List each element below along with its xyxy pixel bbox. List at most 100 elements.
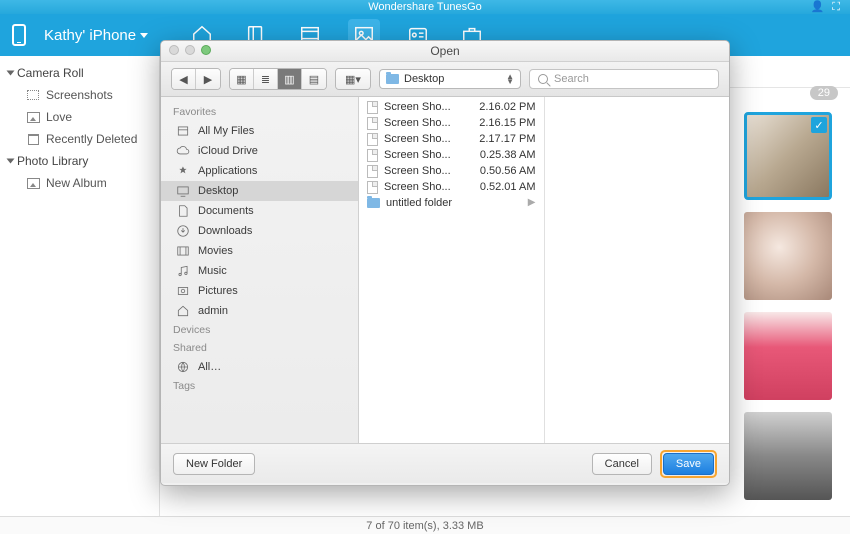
- picture-icon: [27, 178, 40, 189]
- fav-label: Movies: [198, 245, 233, 257]
- group-segment: ▦▾: [335, 68, 371, 90]
- back-button[interactable]: ◀: [172, 69, 196, 89]
- file-row[interactable]: Screen Sho...0.25.38 AM: [359, 147, 544, 163]
- sidebar-item-recently-deleted[interactable]: Recently Deleted: [0, 128, 159, 150]
- detail-pane: [545, 97, 730, 443]
- file-row[interactable]: Screen Sho... 0.50.56 AM: [359, 163, 544, 179]
- app-titlebar: Wondershare TunesGo 👤 ⛶: [0, 0, 850, 14]
- photo-thumbnail[interactable]: [744, 212, 832, 300]
- photo-thumbnail[interactable]: ✓: [744, 112, 832, 200]
- forward-button[interactable]: ▶: [196, 69, 220, 89]
- dialog-footer: New Folder Cancel Save: [161, 443, 729, 483]
- status-bar: 7 of 70 item(s), 3.33 MB: [0, 516, 850, 534]
- folder-icon: [367, 198, 380, 208]
- fav-icloud-drive[interactable]: iCloud Drive: [161, 141, 358, 161]
- sidebar-group-camera-roll[interactable]: Camera Roll: [0, 62, 159, 84]
- file-row[interactable]: Screen Sho... 0.52.01 AM: [359, 179, 544, 195]
- fav-label: iCloud Drive: [198, 145, 258, 157]
- file-time: 0.50.56 AM: [480, 165, 536, 177]
- disclosure-icon: [7, 159, 15, 164]
- fav-label: Documents: [198, 205, 254, 217]
- sidebar-item-love[interactable]: Love: [0, 106, 159, 128]
- photo-thumbnail[interactable]: [744, 312, 832, 400]
- fav-all-my-files[interactable]: All My Files: [161, 121, 358, 141]
- shared-all[interactable]: All…: [161, 357, 358, 377]
- file-name: untitled folder: [386, 197, 466, 209]
- file-time: 0.25.38 AM: [480, 149, 536, 161]
- file-list-pane: Screen Sho...2.16.02 PM Screen Sho...2.1…: [359, 97, 545, 443]
- section-shared: Shared: [161, 339, 358, 357]
- fav-applications[interactable]: Applications: [161, 161, 358, 181]
- chevron-right-icon: ▶: [528, 197, 536, 208]
- sidebar-group-label: Camera Roll: [17, 66, 84, 80]
- file-name: Screen Sho...: [384, 101, 464, 113]
- save-button[interactable]: Save: [663, 453, 714, 475]
- new-folder-button[interactable]: New Folder: [173, 453, 255, 475]
- sidebar-item-label: Love: [46, 110, 72, 124]
- cancel-button[interactable]: Cancel: [592, 453, 652, 475]
- favorites-pane: Favorites All My Files iCloud Drive Appl…: [161, 97, 359, 443]
- fav-desktop[interactable]: Desktop: [161, 181, 358, 201]
- file-time: 2.17.17 PM: [479, 133, 535, 145]
- fav-label: admin: [198, 305, 228, 317]
- section-devices: Devices: [161, 321, 358, 339]
- globe-icon: [175, 360, 191, 374]
- device-name: Kathy' iPhone: [44, 27, 136, 44]
- fav-music[interactable]: Music: [161, 261, 358, 281]
- file-time: 0.52.01 AM: [480, 181, 536, 193]
- min-dot[interactable]: [185, 45, 195, 55]
- fav-downloads[interactable]: Downloads: [161, 221, 358, 241]
- view-icons-button[interactable]: ▦: [230, 69, 254, 89]
- search-icon: [538, 74, 548, 84]
- save-highlight: Save: [660, 450, 717, 478]
- fav-movies[interactable]: Movies: [161, 241, 358, 261]
- view-segment: ▦ ≣ ▥ ▤: [229, 68, 327, 90]
- fav-label: All My Files: [198, 125, 254, 137]
- file-row[interactable]: Screen Sho...2.16.15 PM: [359, 115, 544, 131]
- window-controls[interactable]: [169, 45, 211, 55]
- sidebar-group-photo-library[interactable]: Photo Library: [0, 150, 159, 172]
- user-icon[interactable]: 👤: [811, 0, 825, 14]
- folder-row[interactable]: untitled folder ▶: [359, 195, 544, 210]
- sidebar-item-new-album[interactable]: New Album: [0, 172, 159, 194]
- apps-icon: [175, 164, 191, 178]
- fav-label: Music: [198, 265, 227, 277]
- movies-icon: [175, 244, 191, 258]
- device-selector[interactable]: Kathy' iPhone: [44, 27, 148, 44]
- file-name: Screen Sho...: [384, 165, 464, 177]
- section-tags: Tags: [161, 377, 358, 395]
- zoom-dot[interactable]: [201, 45, 211, 55]
- file-row[interactable]: Screen Sho...2.16.02 PM: [359, 99, 544, 115]
- sidebar-item-screenshots[interactable]: Screenshots: [0, 84, 159, 106]
- sidebar-item-label: New Album: [46, 176, 107, 190]
- left-sidebar: Camera Roll Screenshots Love Recently De…: [0, 56, 160, 516]
- file-name: Screen Sho...: [384, 117, 464, 129]
- home-icon: [175, 304, 191, 318]
- view-gallery-button[interactable]: ▤: [302, 69, 326, 89]
- photo-thumbnail[interactable]: [744, 412, 832, 500]
- dotted-rect-icon: [27, 90, 39, 100]
- fav-documents[interactable]: Documents: [161, 201, 358, 221]
- document-icon: [367, 165, 378, 178]
- path-dropdown[interactable]: Desktop ▲▼: [379, 69, 521, 89]
- document-icon: [367, 133, 378, 146]
- path-label: Desktop: [404, 73, 444, 85]
- fav-pictures[interactable]: Pictures: [161, 281, 358, 301]
- view-columns-button[interactable]: ▥: [278, 69, 302, 89]
- check-icon: ✓: [811, 117, 827, 133]
- folder-icon: [386, 74, 399, 84]
- phone-icon: [12, 24, 26, 46]
- fav-admin[interactable]: admin: [161, 301, 358, 321]
- group-button[interactable]: ▦▾: [336, 69, 370, 89]
- search-input[interactable]: Search: [529, 69, 719, 89]
- file-name: Screen Sho...: [384, 181, 464, 193]
- desktop-icon: [175, 184, 191, 198]
- view-list-button[interactable]: ≣: [254, 69, 278, 89]
- search-placeholder: Search: [554, 73, 589, 85]
- feedback-icon[interactable]: ⛶: [832, 0, 840, 14]
- file-row[interactable]: Screen Sho...2.17.17 PM: [359, 131, 544, 147]
- close-dot[interactable]: [169, 45, 179, 55]
- app-title: Wondershare TunesGo: [368, 1, 482, 13]
- fav-label: All…: [198, 361, 221, 373]
- count-badge: 29: [810, 86, 838, 100]
